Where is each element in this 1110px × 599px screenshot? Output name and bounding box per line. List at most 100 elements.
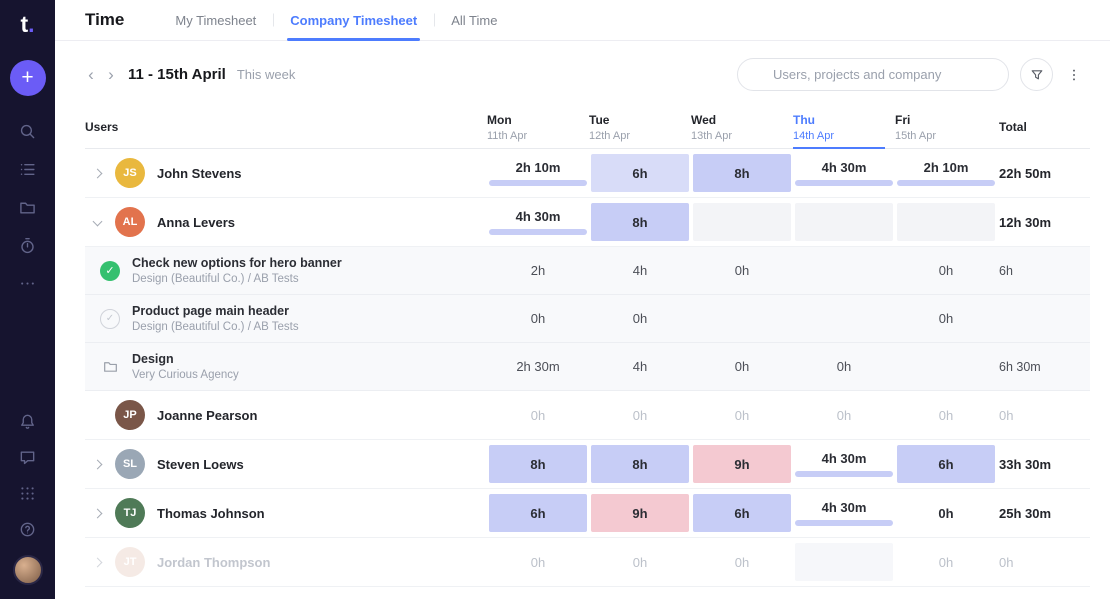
user-row[interactable]: JTJordan Thompson0h0h0h0h0h (85, 538, 1090, 587)
hours-cell[interactable]: 9h (691, 440, 793, 488)
collapse-chevron-icon[interactable] (89, 220, 105, 225)
task-cell[interactable]: ✓Product page main headerDesign (Beautif… (85, 295, 487, 342)
hours-cell[interactable]: 6h (895, 440, 997, 488)
day-date: 14th Apr (793, 130, 834, 142)
hours-cell[interactable]: 0h (487, 391, 589, 439)
uncompleted-check-icon[interactable]: ✓ (100, 309, 120, 329)
completed-check-icon[interactable]: ✓ (100, 261, 120, 281)
user-cell[interactable]: ALAnna Levers (85, 198, 487, 246)
hours-cell[interactable]: 8h (487, 440, 589, 488)
timer-icon[interactable] (19, 237, 36, 254)
user-row[interactable]: ALAnna Levers4h 30m8h12h 30m (85, 198, 1090, 247)
hours-cell[interactable]: 0h (691, 391, 793, 439)
hours-cell[interactable]: 2h (487, 247, 589, 294)
expand-chevron-icon[interactable] (89, 461, 105, 468)
column-header-tue[interactable]: Tue12th Apr (589, 106, 691, 148)
hours-cell[interactable]: 4h (589, 247, 691, 294)
hours-cell[interactable]: 2h 10m (487, 149, 589, 197)
timesheet-icon[interactable] (19, 161, 36, 178)
user-cell[interactable]: TJThomas Johnson (85, 489, 487, 537)
hours-cell[interactable] (691, 295, 793, 342)
hours-cell[interactable] (793, 247, 895, 294)
breakdown-row[interactable]: DesignVery Curious Agency2h 30m4h0h0h6h … (85, 343, 1090, 391)
hours-cell[interactable]: 0h (793, 391, 895, 439)
hours-cell[interactable]: 0h (691, 343, 793, 390)
search-icon[interactable] (19, 123, 36, 140)
hours-cell[interactable]: 8h (589, 198, 691, 246)
hours-cell[interactable]: 9h (589, 489, 691, 537)
more-options-button[interactable] (1057, 58, 1090, 91)
column-header-wed[interactable]: Wed13th Apr (691, 106, 793, 148)
hours-cell[interactable]: 0h (895, 247, 997, 294)
search-input[interactable] (773, 67, 995, 82)
column-header-users: Users (85, 106, 487, 148)
hours-cell[interactable]: 0h (589, 391, 691, 439)
hours-cell[interactable]: 0h (487, 295, 589, 342)
messages-icon[interactable] (19, 449, 36, 466)
prev-week-button[interactable]: ‹ (81, 64, 101, 86)
expand-chevron-icon[interactable] (89, 559, 105, 566)
hours-cell[interactable] (793, 295, 895, 342)
hours-cell[interactable]: 2h 10m (895, 149, 997, 197)
next-week-button[interactable]: › (101, 64, 121, 86)
tab-all-time[interactable]: All Time (434, 0, 514, 40)
projects-icon[interactable] (19, 199, 36, 216)
hours-cell[interactable]: 0h (487, 538, 589, 586)
user-cell[interactable]: JPJoanne Pearson (85, 391, 487, 439)
filter-button[interactable] (1020, 58, 1053, 91)
hours-cell[interactable]: 0h (589, 538, 691, 586)
column-header-thu[interactable]: Thu14th Apr (793, 106, 895, 148)
hours-cell[interactable]: 0h (589, 295, 691, 342)
hours-cell[interactable]: 0h (895, 295, 997, 342)
add-entry-button[interactable]: + (10, 60, 46, 96)
column-header-fri[interactable]: Fri15th Apr (895, 106, 997, 148)
user-cell[interactable]: SLSteven Loews (85, 440, 487, 488)
hours-cell[interactable]: 0h (895, 538, 997, 586)
more-icon[interactable] (19, 275, 36, 292)
user-name: Thomas Johnson (157, 506, 265, 521)
hours-cell[interactable]: 6h (487, 489, 589, 537)
hours-cell[interactable]: 0h (895, 391, 997, 439)
task-cell[interactable]: ✓Check new options for hero bannerDesign… (85, 247, 487, 294)
tab-my-timesheet[interactable]: My Timesheet (158, 0, 273, 40)
breakdown-row[interactable]: ✓Check new options for hero bannerDesign… (85, 247, 1090, 295)
hours-cell[interactable] (895, 343, 997, 390)
app-logo[interactable]: t. (20, 13, 34, 36)
notifications-icon[interactable] (19, 413, 36, 430)
hours-cell[interactable]: 4h 30m (793, 440, 895, 488)
hours-cell[interactable]: 4h (589, 343, 691, 390)
task-cell[interactable]: DesignVery Curious Agency (85, 343, 487, 390)
user-row[interactable]: SLSteven Loews8h8h9h4h 30m6h33h 30m (85, 440, 1090, 489)
user-row[interactable]: JPJoanne Pearson0h0h0h0h0h0h (85, 391, 1090, 440)
hours-cell[interactable] (793, 198, 895, 246)
breakdown-row[interactable]: ✓Product page main headerDesign (Beautif… (85, 295, 1090, 343)
user-cell[interactable]: JSJohn Stevens (85, 149, 487, 197)
apps-icon[interactable] (19, 485, 36, 502)
hours-cell[interactable]: 4h 30m (793, 149, 895, 197)
hours-cell[interactable]: 8h (691, 149, 793, 197)
hours-cell[interactable]: 4h 30m (793, 489, 895, 537)
help-icon[interactable] (19, 521, 36, 538)
current-user-avatar[interactable] (13, 555, 43, 585)
day-name: Tue (589, 113, 609, 127)
hours-cell[interactable]: 0h (895, 489, 997, 537)
column-header-mon[interactable]: Mon11th Apr (487, 106, 589, 148)
hours-cell[interactable]: 8h (589, 440, 691, 488)
hours-cell[interactable]: 2h 30m (487, 343, 589, 390)
hours-cell[interactable]: 4h 30m (487, 198, 589, 246)
hours-cell[interactable]: 0h (793, 343, 895, 390)
user-row[interactable]: JSJohn Stevens2h 10m6h8h4h 30m2h 10m22h … (85, 149, 1090, 198)
user-cell[interactable]: JTJordan Thompson (85, 538, 487, 586)
user-row[interactable]: TJThomas Johnson6h9h6h4h 30m0h25h 30m (85, 489, 1090, 538)
hours-cell[interactable] (895, 198, 997, 246)
hours-cell[interactable] (793, 538, 895, 586)
hours-cell[interactable] (691, 198, 793, 246)
hours-cell[interactable]: 6h (691, 489, 793, 537)
search-box[interactable] (737, 58, 1009, 91)
hours-cell[interactable]: 0h (691, 538, 793, 586)
hours-cell[interactable]: 6h (589, 149, 691, 197)
tab-company-timesheet[interactable]: Company Timesheet (273, 0, 434, 40)
hours-cell[interactable]: 0h (691, 247, 793, 294)
expand-chevron-icon[interactable] (89, 510, 105, 517)
expand-chevron-icon[interactable] (89, 170, 105, 177)
